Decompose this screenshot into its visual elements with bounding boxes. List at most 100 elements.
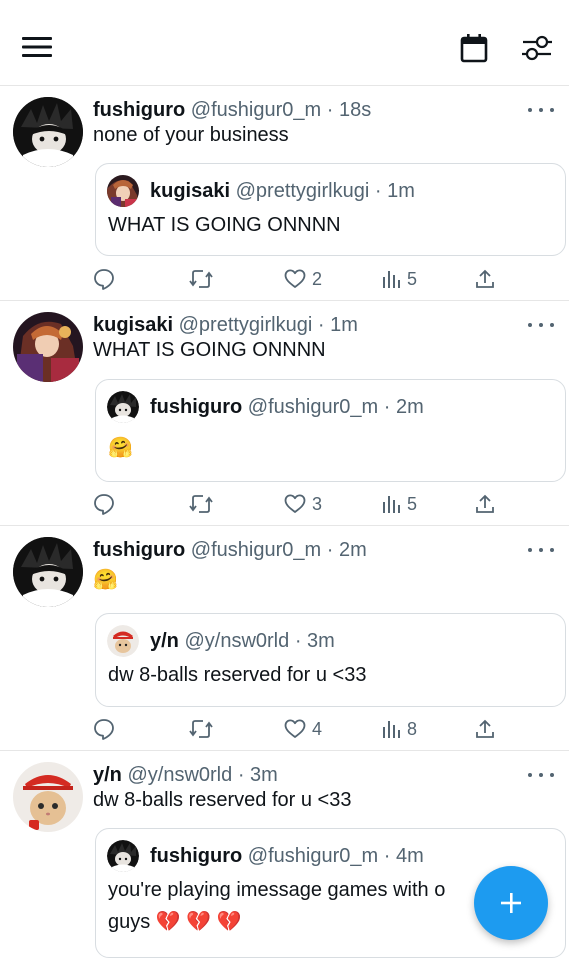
tweet-actions: 4 8 [0, 714, 569, 744]
heart-icon [284, 719, 306, 738]
timestamp: 2m [338, 539, 367, 561]
timestamp: 4m [395, 845, 424, 867]
tweet[interactable]: fushiguro @fushigur0_m · 2m 🤗 y/n @y/nsw… [0, 527, 569, 751]
compose-button[interactable] [474, 866, 548, 940]
quoted-tweet[interactable]: kugisaki @prettygirlkugi · 1m WHAT IS GO… [95, 163, 566, 256]
quoted-tweet-header: fushiguro @fushigur0_m · 2m [150, 395, 424, 419]
reply-button[interactable] [93, 714, 115, 744]
avatar[interactable] [13, 537, 83, 607]
timestamp: 1m [330, 314, 358, 336]
like-count: 4 [312, 718, 323, 739]
avatar[interactable] [13, 97, 83, 167]
tweet-text: WHAT IS GOING ONNNN [93, 339, 326, 361]
retweet-button[interactable] [188, 714, 214, 744]
quoted-tweet-text: 🤗 [108, 437, 133, 459]
separator: · [294, 630, 302, 652]
retweet-button[interactable] [188, 489, 214, 519]
heart-icon [284, 494, 306, 513]
share-button[interactable] [474, 714, 496, 744]
tweet-header: y/n @y/nsw0rld · 3m [93, 763, 278, 787]
quoted-tweet[interactable]: y/n @y/nsw0rld · 3m dw 8-balls reserved … [95, 613, 566, 707]
author-name: kugisaki [150, 180, 231, 202]
separator: · [383, 845, 391, 867]
author-name: fushiguro [150, 845, 243, 867]
tweet[interactable]: kugisaki @prettygirlkugi · 1m WHAT IS GO… [0, 302, 569, 526]
reply-icon [94, 719, 114, 740]
share-button[interactable] [474, 489, 496, 519]
separator: · [374, 180, 382, 202]
tweet-header: fushiguro @fushigur0_m · 2m [93, 538, 367, 562]
avatar[interactable] [13, 312, 83, 382]
views-icon [383, 721, 400, 738]
views-icon [383, 496, 400, 513]
author-handle[interactable]: @fushigur0_m [191, 539, 321, 561]
author-handle: @prettygirlkugi [235, 180, 370, 202]
retweet-button[interactable] [188, 264, 214, 294]
avatar[interactable] [13, 762, 83, 832]
more-options-icon[interactable] [528, 320, 554, 330]
tweet-actions: 2 5 [0, 264, 569, 294]
more-options-icon[interactable] [528, 545, 554, 555]
view-count: 8 [407, 718, 418, 739]
author-handle[interactable]: @y/nsw0rld [127, 764, 232, 786]
heart-icon [284, 269, 306, 288]
tweet-text: dw 8-balls reserved for u <33 [93, 789, 352, 811]
like-button[interactable]: 3 [284, 489, 322, 519]
view-count: 5 [407, 268, 418, 289]
separator: · [317, 314, 325, 336]
more-options-icon[interactable] [528, 105, 554, 115]
separator: · [237, 764, 245, 786]
views-button[interactable]: 8 [381, 714, 417, 744]
like-count: 2 [312, 268, 323, 289]
author-handle[interactable]: @fushigur0_m [191, 99, 321, 121]
author-handle: @y/nsw0rld [184, 630, 290, 652]
avatar [107, 391, 139, 423]
quoted-tweet-text-line: guys 💔 💔 💔 [108, 911, 242, 933]
timestamp: 3m [307, 630, 335, 652]
more-options-icon[interactable] [528, 770, 554, 780]
tweet-header: kugisaki @prettygirlkugi · 1m [93, 313, 358, 337]
share-icon [476, 719, 494, 738]
hamburger-menu-icon[interactable] [18, 30, 56, 64]
like-button[interactable]: 4 [284, 714, 322, 744]
author-name[interactable]: fushiguro [93, 99, 185, 121]
tweet-header: fushiguro @fushigur0_m · 18s [93, 98, 371, 122]
author-name[interactable]: kugisaki [93, 314, 173, 336]
sliders-icon[interactable] [518, 30, 556, 66]
avatar [107, 840, 139, 872]
top-bar [0, 0, 569, 86]
like-button[interactable]: 2 [284, 264, 322, 294]
avatar [107, 625, 139, 657]
reply-button[interactable] [93, 264, 115, 294]
retweet-icon [189, 495, 213, 513]
calendar-icon[interactable] [456, 30, 492, 66]
avatar [107, 175, 139, 207]
author-handle: @fushigur0_m [247, 396, 379, 418]
tweet[interactable]: fushiguro @fushigur0_m · 18s none of you… [0, 87, 569, 301]
tweet-text: none of your business [93, 124, 289, 146]
author-name[interactable]: y/n [93, 764, 122, 786]
quoted-tweet-header: y/n @y/nsw0rld · 3m [150, 629, 335, 653]
share-icon [476, 269, 494, 288]
views-icon [383, 271, 400, 288]
plus-icon [501, 893, 521, 913]
author-handle: @fushigur0_m [247, 845, 379, 867]
timestamp: 2m [395, 396, 424, 418]
reply-button[interactable] [93, 489, 115, 519]
tweet-text: 🤗 [93, 569, 118, 591]
quoted-tweet-header: kugisaki @prettygirlkugi · 1m [150, 179, 415, 203]
views-button[interactable]: 5 [381, 264, 417, 294]
timestamp: 3m [250, 764, 278, 786]
quoted-tweet-text-line: you're playing imessage games with o [108, 879, 446, 901]
tweet-actions: 3 5 [0, 489, 569, 519]
share-icon [476, 494, 494, 513]
quoted-tweet[interactable]: fushiguro @fushigur0_m · 2m 🤗 [95, 379, 566, 482]
author-handle[interactable]: @prettygirlkugi [179, 314, 313, 336]
quoted-tweet-text: WHAT IS GOING ONNNN [108, 214, 341, 236]
share-button[interactable] [474, 264, 496, 294]
separator: · [326, 539, 334, 561]
quoted-tweet-header: fushiguro @fushigur0_m · 4m [150, 844, 424, 868]
author-name: fushiguro [150, 396, 243, 418]
views-button[interactable]: 5 [381, 489, 417, 519]
author-name[interactable]: fushiguro [93, 539, 185, 561]
